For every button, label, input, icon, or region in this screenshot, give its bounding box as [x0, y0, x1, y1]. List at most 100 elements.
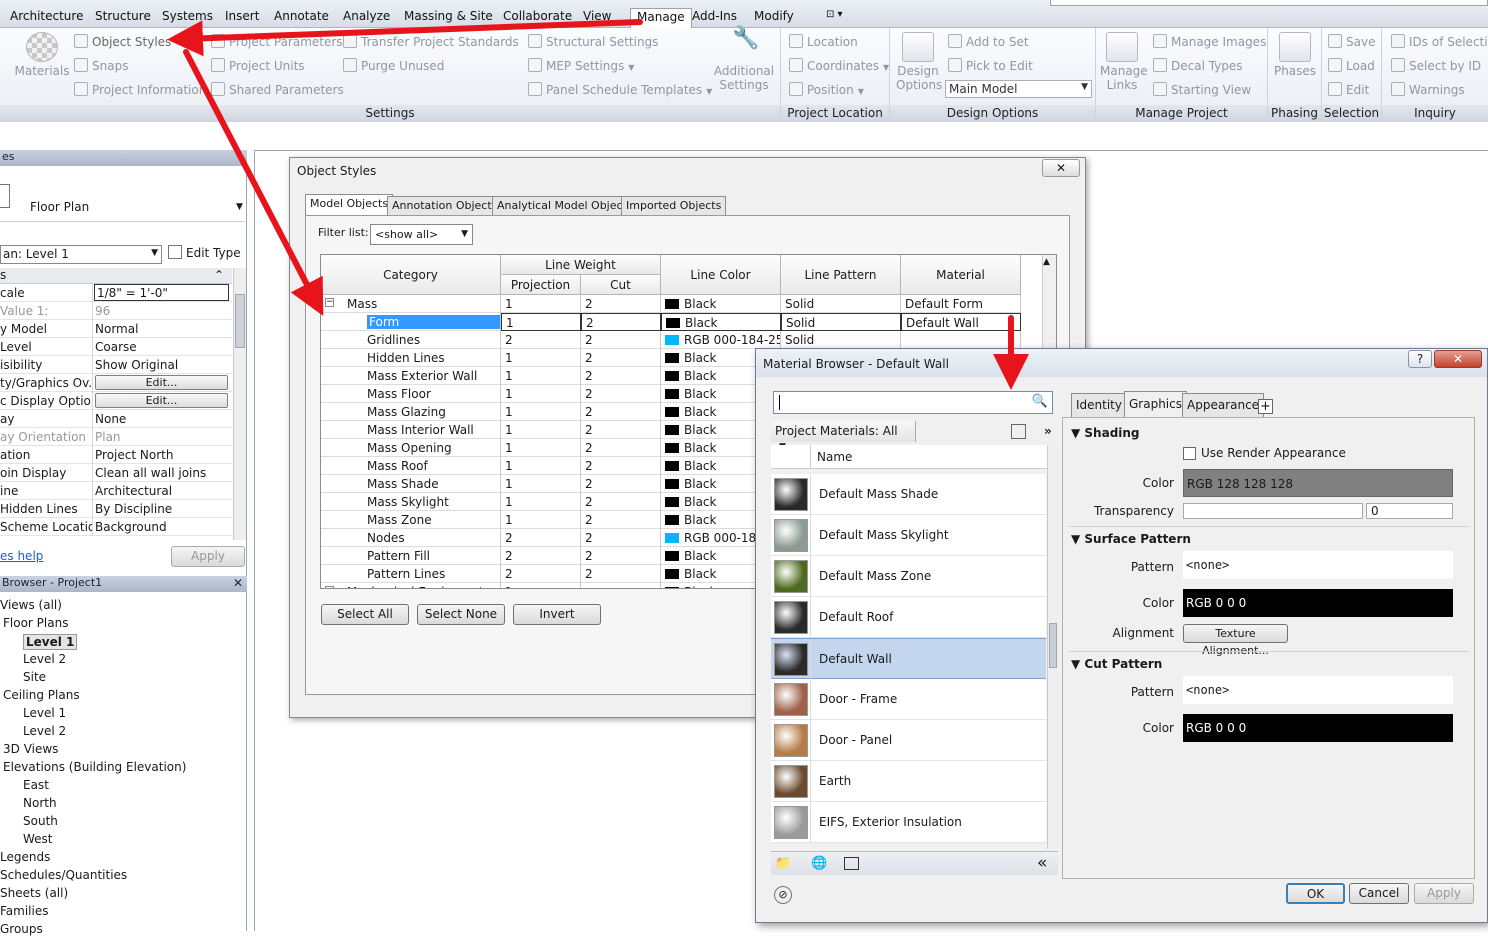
cut-cell[interactable]: 2: [581, 421, 661, 439]
ribbon-project-units-button[interactable]: Project Units: [211, 58, 305, 73]
menu-structure[interactable]: Structure: [95, 9, 151, 23]
menu-view[interactable]: View: [583, 9, 611, 23]
property-edit-button[interactable]: Edit...: [95, 393, 228, 408]
texture-alignment-button[interactable]: Texture Alignment...: [1183, 624, 1288, 657]
menu-modify[interactable]: Modify: [754, 9, 794, 23]
ribbon-manage-images-button[interactable]: Manage Images: [1153, 34, 1266, 49]
ribbon-select-by-id-button[interactable]: Select by ID: [1391, 58, 1481, 73]
property-value[interactable]: 1/8" = 1'-0": [94, 284, 229, 301]
menu-insert[interactable]: Insert: [225, 9, 259, 23]
menu-collaborate[interactable]: Collaborate: [503, 9, 572, 23]
ribbon-project-information-button[interactable]: Project Information: [74, 82, 206, 97]
design-option-select[interactable]: Main Model ▼: [945, 80, 1092, 98]
proj-cell[interactable]: 1: [501, 349, 581, 367]
tree-item[interactable]: Views (all): [0, 598, 62, 612]
menu-annotate[interactable]: Annotate: [274, 9, 329, 23]
ribbon-project-parameters-button[interactable]: Project Parameters: [211, 34, 343, 49]
menu-massing-site[interactable]: Massing & Site: [404, 9, 493, 23]
material-cell[interactable]: Default Form: [901, 295, 1021, 313]
proj-cell[interactable]: 1: [501, 367, 581, 385]
chevron-right-icon[interactable]: »: [1044, 424, 1052, 438]
menu-architecture[interactable]: Architecture: [10, 9, 83, 23]
proj-cell[interactable]: 1: [501, 313, 581, 331]
design-options-button[interactable]: Design Options: [896, 32, 942, 92]
cut-cell[interactable]: 2: [581, 349, 661, 367]
tree-item[interactable]: Sheets (all): [0, 886, 68, 900]
cut-cell[interactable]: 2: [581, 565, 661, 583]
ribbon-location-button[interactable]: Location: [789, 34, 858, 49]
proj-cell[interactable]: 2: [501, 529, 581, 547]
property-edit-button[interactable]: Edit...: [95, 375, 228, 390]
close-icon[interactable]: ✕: [233, 576, 243, 590]
folder-icon[interactable]: 📁: [775, 856, 791, 871]
ribbon-starting-view-button[interactable]: Starting View: [1153, 82, 1251, 97]
phases-button[interactable]: Phases: [1272, 32, 1318, 78]
tab-imported-objects[interactable]: Imported Objects: [621, 196, 727, 215]
tab-annotation-objects[interactable]: Annotation Objects: [387, 196, 503, 215]
material-list-item[interactable]: Door - Panel: [771, 720, 1046, 761]
close-icon[interactable]: ✕: [1042, 159, 1080, 177]
tree-item[interactable]: Floor Plans: [3, 616, 68, 630]
proj-cell[interactable]: 1: [501, 475, 581, 493]
line-color-cell[interactable]: Black: [661, 295, 781, 313]
tab-analytical-model-objects[interactable]: Analytical Model Objects: [492, 196, 638, 215]
material-cell[interactable]: [901, 331, 1021, 349]
apply-button[interactable]: Apply: [171, 546, 245, 567]
ribbon-selection-edit-button[interactable]: Edit: [1328, 82, 1369, 97]
tree-item[interactable]: Schedules/Quantities: [0, 868, 127, 882]
tree-item[interactable]: Families: [0, 904, 48, 918]
cut-cell[interactable]: 2: [581, 547, 661, 565]
use-render-appearance-checkbox[interactable]: [1183, 447, 1196, 460]
cut-cell[interactable]: 2: [581, 403, 661, 421]
os-invert-button[interactable]: Invert: [513, 604, 601, 625]
tree-item[interactable]: 3D Views: [3, 742, 58, 756]
cut-cell[interactable]: 2: [581, 475, 661, 493]
name-column-header[interactable]: Name: [817, 450, 852, 464]
transparency-input[interactable]: 0: [1366, 503, 1453, 519]
material-editor-icon[interactable]: ⊘: [774, 886, 792, 904]
tree-item[interactable]: West: [23, 832, 53, 846]
proj-cell[interactable]: 1: [501, 439, 581, 457]
line-weight-header[interactable]: Line Weight: [501, 255, 661, 275]
tree-item[interactable]: Legends: [0, 850, 50, 864]
material-list-item[interactable]: Default Roof: [771, 597, 1046, 638]
library-icon[interactable]: [844, 857, 859, 870]
cut-cell[interactable]: 2: [581, 529, 661, 547]
proj-cell[interactable]: 1: [501, 583, 581, 588]
tree-item[interactable]: North: [23, 796, 57, 810]
shading-section-header[interactable]: ▼ Shading: [1071, 426, 1140, 440]
collapse-left-icon[interactable]: «: [1037, 853, 1047, 873]
line-color-cell[interactable]: Black: [661, 313, 781, 331]
material-list-item[interactable]: Default Wall: [771, 638, 1046, 680]
grid-row[interactable]: − Mass 1 2 Black Solid Default Form: [321, 295, 1042, 313]
ribbon-shared-parameters-button[interactable]: Shared Parameters: [211, 82, 344, 97]
proj-cell[interactable]: 2: [501, 565, 581, 583]
scroll-thumb[interactable]: [235, 294, 245, 348]
grid-row[interactable]: Gridlines 2 2 RGB 000-184-255 Solid: [321, 331, 1042, 349]
instance-select[interactable]: an: Level 1 ▼: [0, 245, 162, 264]
properties-help-link[interactable]: es help: [0, 549, 43, 563]
library-filter[interactable]: Project Materials: All ▼: [771, 421, 916, 452]
globe-icon[interactable]: 🌐: [811, 856, 827, 871]
tree-item[interactable]: Level 1: [23, 634, 78, 650]
material-list-item[interactable]: EIFS, Exterior Insulation: [771, 802, 1046, 843]
material-list-item[interactable]: Earth: [771, 761, 1046, 802]
type-selector[interactable]: Floor Plan ▼: [0, 172, 245, 222]
menu-manage[interactable]: Manage: [630, 8, 692, 28]
ribbon-panel-schedule-templates-button[interactable]: Panel Schedule Templates ▼: [528, 82, 712, 97]
cut-cell[interactable]: [581, 583, 661, 588]
cut-cell[interactable]: 2: [581, 385, 661, 403]
ribbon-warnings-button[interactable]: Warnings: [1391, 82, 1465, 97]
materials-button[interactable]: Materials: [14, 32, 70, 78]
material-list-item[interactable]: Default Mass Shade: [771, 474, 1046, 515]
os-select-none-button[interactable]: Select None: [417, 604, 505, 625]
help-icon[interactable]: ?: [1408, 350, 1432, 368]
ok-button[interactable]: OK: [1286, 883, 1345, 904]
proj-cell[interactable]: 2: [501, 331, 581, 349]
ribbon-transfer-project-standards-button[interactable]: Transfer Project Standards: [343, 34, 519, 49]
cut-pattern-field[interactable]: <none>: [1183, 676, 1453, 704]
tree-item[interactable]: Ceiling Plans: [3, 688, 80, 702]
cut-cell[interactable]: 2: [581, 331, 661, 349]
close-icon[interactable]: ✕: [1434, 350, 1482, 368]
ribbon-selection-save-button[interactable]: Save: [1328, 34, 1375, 49]
